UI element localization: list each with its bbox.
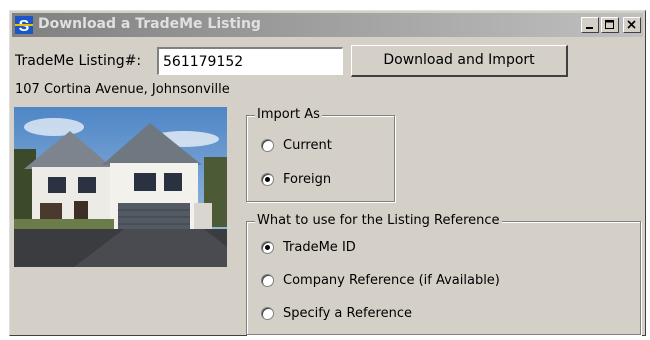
radio-specify-reference[interactable]: Specify a Reference	[261, 306, 412, 321]
dialog-window: S Download a TradeMe Listing TradeMe Lis…	[9, 10, 646, 336]
radio-foreign[interactable]: Foreign	[261, 172, 331, 187]
listing-reference-legend: What to use for the Listing Reference	[255, 213, 502, 228]
radio-circle	[261, 274, 274, 287]
title-bar[interactable]: S Download a TradeMe Listing	[12, 13, 643, 37]
maximize-button[interactable]	[601, 17, 619, 33]
download-and-import-button[interactable]: Download and Import	[351, 45, 568, 77]
house-image	[14, 107, 227, 267]
listing-number-label: TradeMe Listing#:	[15, 53, 142, 69]
app-logo-icon: S	[15, 16, 33, 34]
radio-circle	[261, 307, 274, 320]
radio-specify-reference-label: Specify a Reference	[283, 306, 412, 321]
radio-trademe-id-label: TradeMe ID	[283, 240, 356, 255]
import-as-group: Import As Current Foreign	[246, 107, 395, 202]
radio-circle-selected	[261, 173, 274, 186]
radio-company-reference[interactable]: Company Reference (if Available)	[261, 273, 500, 288]
listing-number-input[interactable]	[157, 47, 343, 75]
radio-circle	[261, 139, 274, 152]
close-icon	[627, 20, 636, 29]
radio-current-label: Current	[283, 138, 332, 153]
radio-circle-selected	[261, 241, 274, 254]
import-as-legend: Import As	[255, 107, 322, 122]
radio-trademe-id[interactable]: TradeMe ID	[261, 240, 356, 255]
listing-reference-group: What to use for the Listing Reference Tr…	[246, 213, 641, 335]
radio-current[interactable]: Current	[261, 138, 332, 153]
radio-company-reference-label: Company Reference (if Available)	[283, 273, 500, 288]
minimize-button[interactable]	[581, 17, 599, 33]
listing-photo	[14, 107, 227, 267]
listing-address: 107 Cortina Avenue, Johnsonville	[15, 82, 230, 97]
minimize-icon	[586, 27, 593, 29]
window-title: Download a TradeMe Listing	[38, 16, 261, 32]
maximize-icon	[605, 20, 614, 29]
radio-foreign-label: Foreign	[283, 172, 332, 187]
close-button[interactable]	[623, 17, 641, 33]
